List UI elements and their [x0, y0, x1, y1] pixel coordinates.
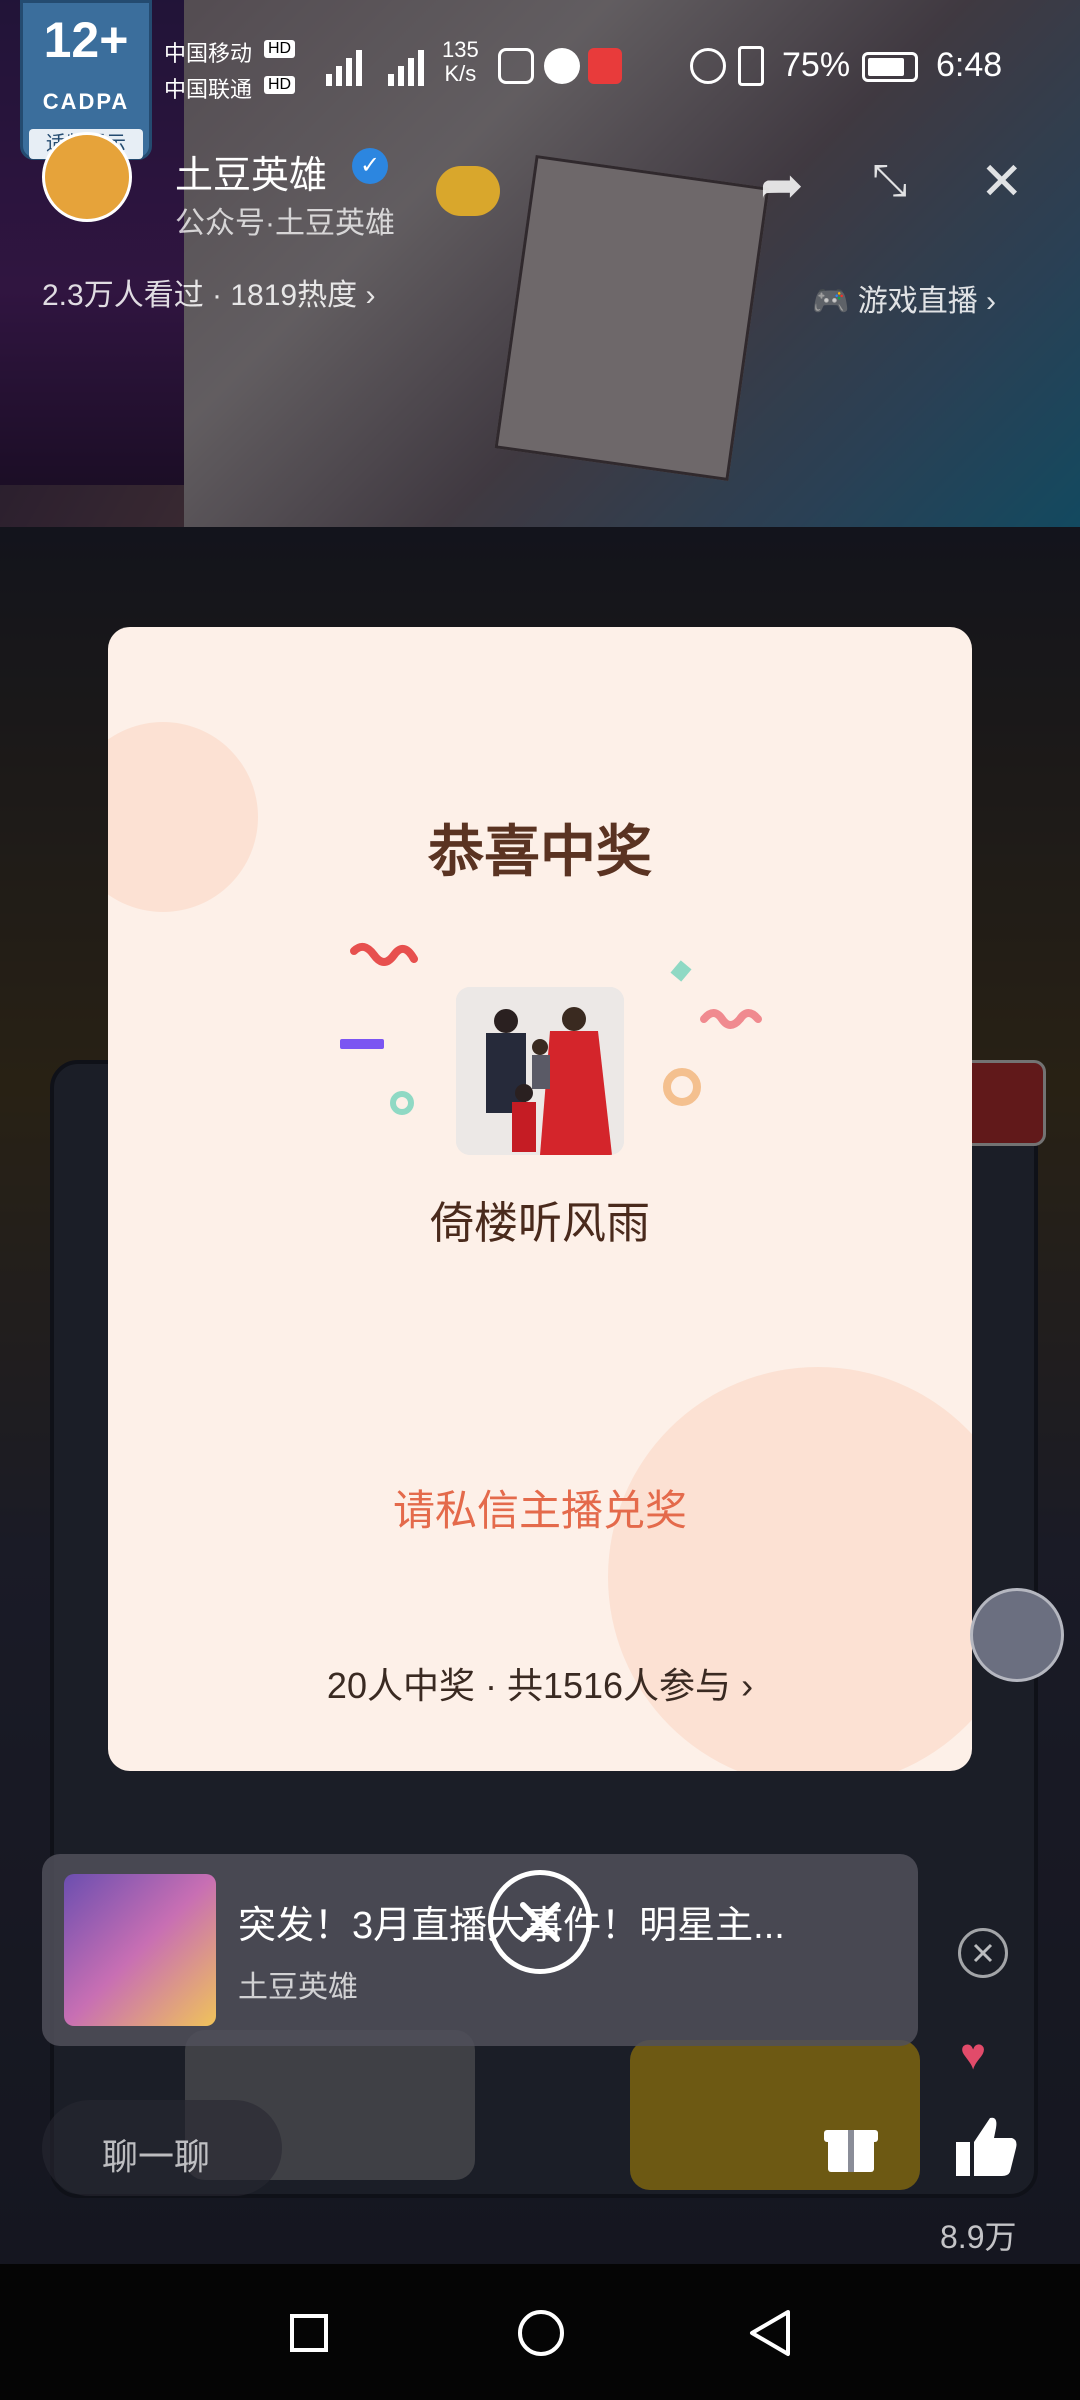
back-button[interactable] — [746, 2308, 794, 2358]
modal-title: 恭喜中奖 — [428, 820, 652, 883]
close-stream-icon[interactable]: ✕ — [980, 152, 1024, 212]
winners-stats-link[interactable]: 20人中奖 · 共1516人参与 › — [108, 1657, 972, 1709]
close-icon — [520, 1902, 560, 1942]
status-bar: 12+ CADPA 适龄提示 中国移动 中国联通 HD HD 135 K/s 7… — [0, 0, 1080, 160]
chevron-right-icon: › — [986, 285, 997, 318]
winners-stats-text: 20人中奖 · 共1516人参与 — [326, 1665, 732, 1706]
host-avatar[interactable] — [42, 132, 132, 222]
carrier-1: 中国移动 — [164, 41, 253, 66]
promo-subtitle: 土豆英雄 — [238, 1971, 358, 2004]
verified-icon: ✓ — [352, 148, 388, 184]
home-button[interactable] — [518, 2310, 564, 2356]
vibrate-icon — [738, 46, 764, 86]
carrier-2: 中国联通 — [164, 77, 253, 102]
net-speed: 135 K/s — [442, 38, 479, 86]
like-icon[interactable] — [950, 2110, 1022, 2182]
prize-modal: 恭喜中奖 倚楼听风雨 请私信主播兑奖 20人中奖 · 共1516人参与 › — [108, 627, 972, 1771]
chevron-right-icon: › — [741, 1665, 754, 1706]
winner-name: 倚楼听风雨 — [430, 1199, 650, 1248]
decor-right — [608, 1367, 972, 1771]
chevron-right-icon: › — [365, 279, 376, 312]
hand-icon — [498, 48, 534, 84]
hd-badge-1: HD — [264, 40, 296, 58]
net-speed-unit: K/s — [444, 61, 477, 86]
book-app-icon — [588, 48, 622, 84]
winner-avatar — [456, 987, 624, 1155]
battery-icon — [862, 52, 918, 82]
follow-button[interactable] — [436, 166, 500, 216]
net-speed-value: 135 — [442, 37, 479, 62]
promo-thumbnail — [64, 1874, 216, 2026]
recent-apps-button[interactable] — [290, 2314, 328, 2352]
signal-icon — [326, 50, 424, 86]
heart-icon[interactable]: ♥ — [960, 2030, 986, 2080]
system-nav-bar — [0, 2264, 1080, 2400]
wechat-icon — [544, 48, 580, 84]
promo-card[interactable]: 突发！3月直播大事件！明星主... 土豆英雄 — [42, 1854, 918, 2046]
floating-music-icon[interactable] — [970, 1588, 1064, 1682]
game-live-label: 游戏直播 — [857, 285, 978, 318]
minimize-icon[interactable]: ⤡ — [872, 156, 907, 206]
viewer-stats[interactable]: 2.3万人看过 · 1819热度 › — [42, 270, 375, 314]
viewer-stats-text: 2.3万人看过 · 1819热度 — [42, 279, 358, 312]
host-subtitle: 公众号·土豆英雄 — [175, 207, 395, 240]
alarm-icon — [690, 48, 726, 84]
clock: 6:48 — [936, 46, 1003, 84]
rating-org: CADPA — [42, 89, 130, 114]
share-icon[interactable]: ➦ — [760, 156, 804, 216]
age-rating: 12+ — [43, 12, 129, 68]
gamepad-icon: 🎮 — [812, 285, 850, 318]
like-count: 8.9万 — [940, 2219, 1017, 2255]
hd-badge-2: HD — [264, 76, 296, 94]
family-photo-icon — [456, 987, 624, 1155]
gift-icon[interactable] — [818, 2114, 884, 2180]
battery-percent: 75% — [782, 46, 851, 84]
chat-input-label: 聊一聊 — [102, 2136, 211, 2177]
host-name[interactable]: 土豆英雄 — [175, 144, 327, 199]
game-live-link[interactable]: 🎮 游戏直播 › — [812, 276, 996, 320]
modal-close-button[interactable] — [488, 1870, 592, 1974]
promo-close-icon[interactable] — [958, 1928, 1008, 1978]
claim-instruction: 请私信主播兑奖 — [392, 1487, 687, 1534]
